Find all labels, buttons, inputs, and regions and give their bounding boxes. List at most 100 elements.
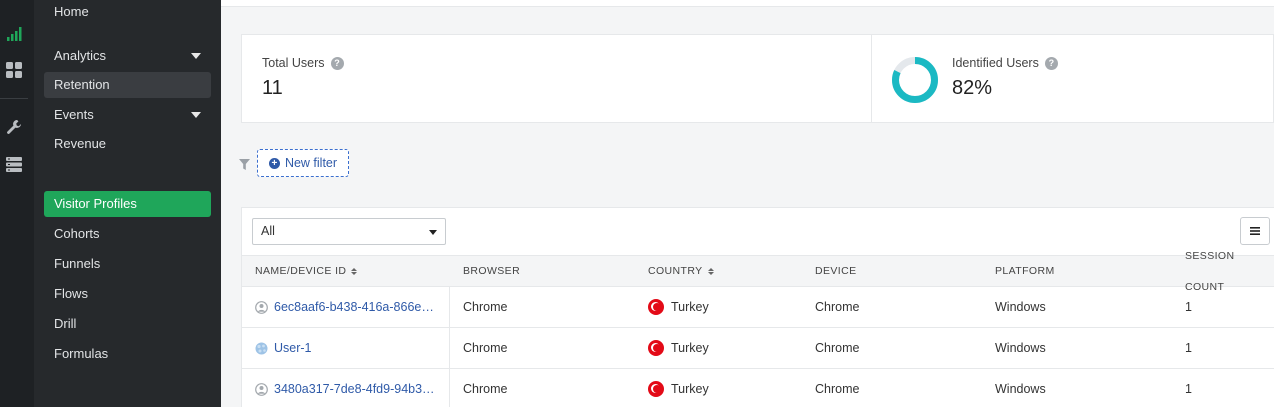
turkey-flag-icon (648, 381, 664, 397)
dashboard-grid-icon[interactable] (5, 61, 23, 79)
user-id-link[interactable]: User-1 (255, 328, 312, 368)
help-icon[interactable]: ? (1044, 56, 1058, 70)
hamburger-icon (1250, 227, 1260, 235)
platform-cell: Windows (995, 341, 1046, 355)
device-cell: Chrome (815, 300, 860, 314)
browser-cell: Chrome (463, 382, 508, 396)
column-header-browser: BROWSER (463, 256, 520, 287)
sidebar-item-label: Cohorts (54, 226, 100, 241)
user-id-text: 6ec8aaf6-b438-416a-866e… (274, 300, 434, 314)
browser-cell: Chrome (463, 341, 508, 355)
sidebar-item-label: Revenue (54, 136, 107, 151)
bar-chart-icon[interactable] (5, 25, 23, 43)
sidebar-item-label: Visitor Profiles (54, 196, 137, 211)
column-header-session-count: SESSION COUNT (1185, 250, 1274, 293)
column-header-label: DEVICE (815, 265, 857, 277)
caret-down-icon (191, 112, 201, 118)
identified-user-icon (255, 342, 268, 354)
sidebar-item-label: Retention (54, 77, 110, 92)
column-header-label: COUNTRY (648, 265, 703, 277)
sidebar-item-drill[interactable]: Drill (44, 311, 211, 337)
table-header: NAME/DEVICE ID BROWSER COUNTRY DEVICE PL… (242, 250, 1274, 293)
turkey-flag-icon (648, 299, 664, 315)
sidebar-item-events[interactable]: Events (44, 102, 211, 128)
total-users-value: 11 (262, 77, 283, 99)
table-row[interactable]: User-1 Chrome Turkey Chrome Windows 1 (242, 328, 1274, 369)
platform-cell: Windows (995, 382, 1046, 396)
user-id-link[interactable]: 6ec8aaf6-b438-416a-866e… (255, 287, 434, 327)
new-filter-button[interactable]: + New filter (257, 149, 349, 177)
database-icon[interactable] (5, 155, 23, 173)
wrench-icon[interactable] (5, 118, 23, 136)
plus-circle-icon: + (268, 157, 280, 169)
identified-users-donut (892, 57, 938, 103)
sidebar: Home Analytics Retention Events Revenue … (34, 0, 221, 407)
total-users-label: Total Users ? (262, 56, 344, 70)
segment-select-value: All (261, 224, 275, 238)
sidebar-item-funnels[interactable]: Funnels (44, 251, 211, 277)
platform-cell: Windows (995, 300, 1046, 314)
session-count-cell: 1 (1185, 341, 1192, 355)
user-id-link[interactable]: 3480a317-7de8-4fd9-94b3… (255, 369, 435, 407)
column-header-name[interactable]: NAME/DEVICE ID (255, 256, 358, 287)
sidebar-item-revenue[interactable]: Revenue (44, 131, 211, 157)
table-row[interactable]: 6ec8aaf6-b438-416a-866e… Chrome Turkey C… (242, 287, 1274, 328)
country-cell: Turkey (648, 369, 709, 407)
browser-cell: Chrome (463, 300, 508, 314)
sidebar-item-label: Analytics (54, 48, 107, 63)
new-filter-label: New filter (284, 156, 338, 170)
sidebar-item-label: Events (54, 107, 94, 122)
sidebar-item-visitor-profiles[interactable]: Visitor Profiles (44, 191, 211, 217)
session-count-cell: 1 (1185, 300, 1192, 314)
help-icon[interactable]: ? (330, 56, 344, 70)
column-header-label: BROWSER (463, 265, 521, 277)
funnel-filter-icon (239, 157, 250, 175)
column-header-label: PLATFORM (995, 265, 1055, 277)
sidebar-item-retention[interactable]: Retention (44, 72, 211, 98)
table-row[interactable]: 3480a317-7de8-4fd9-94b3… Chrome Turkey C… (242, 369, 1274, 407)
country-cell: Turkey (648, 287, 709, 327)
session-count-cell: 1 (1185, 382, 1192, 396)
country-text: Turkey (671, 382, 709, 396)
device-cell: Chrome (815, 382, 860, 396)
sidebar-item-analytics[interactable]: Analytics (44, 43, 211, 69)
column-header-platform: PLATFORM (995, 256, 1055, 287)
top-bar (221, 0, 1274, 7)
column-header-device: DEVICE (815, 256, 857, 287)
cell-divider (449, 328, 450, 368)
anonymous-user-icon (255, 300, 268, 314)
turkey-flag-icon (648, 340, 664, 356)
sidebar-item-label: Home (54, 4, 89, 19)
user-id-text: User-1 (274, 341, 312, 355)
sidebar-item-formulas[interactable]: Formulas (44, 341, 211, 367)
column-header-country[interactable]: COUNTRY (648, 256, 714, 287)
icon-rail (0, 0, 34, 407)
sort-icon (351, 268, 358, 275)
main-content: Total Users ? 11 Identified Users ? 82% … (221, 0, 1274, 407)
stats-card: Total Users ? 11 Identified Users ? 82% (241, 34, 1274, 123)
device-cell: Chrome (815, 341, 860, 355)
sort-icon (707, 268, 714, 275)
sidebar-item-flows[interactable]: Flows (44, 281, 211, 307)
country-text: Turkey (671, 300, 709, 314)
column-header-label: NAME/DEVICE ID (255, 265, 347, 277)
caret-down-icon (191, 53, 201, 59)
cell-divider (449, 287, 450, 327)
sidebar-item-label: Flows (54, 286, 88, 301)
rail-divider (0, 98, 28, 99)
stat-label-text: Total Users (262, 56, 325, 70)
country-text: Turkey (671, 341, 709, 355)
anonymous-user-icon (255, 382, 268, 396)
cell-divider (449, 369, 450, 407)
sidebar-item-cohorts[interactable]: Cohorts (44, 221, 211, 247)
stat-divider (871, 35, 872, 122)
users-table-card: All NAME/DEVICE ID BROWSER COUNTRY DEVIC… (241, 207, 1274, 407)
stat-label-text: Identified Users (952, 56, 1039, 70)
sidebar-item-label: Drill (54, 316, 77, 331)
identified-users-value: 82% (952, 77, 993, 99)
sidebar-item-label: Formulas (54, 346, 109, 361)
user-id-text: 3480a317-7de8-4fd9-94b3… (274, 382, 435, 396)
segment-select[interactable]: All (252, 218, 446, 245)
identified-users-label: Identified Users ? (952, 56, 1058, 70)
sidebar-item-home[interactable]: Home (44, 0, 211, 25)
